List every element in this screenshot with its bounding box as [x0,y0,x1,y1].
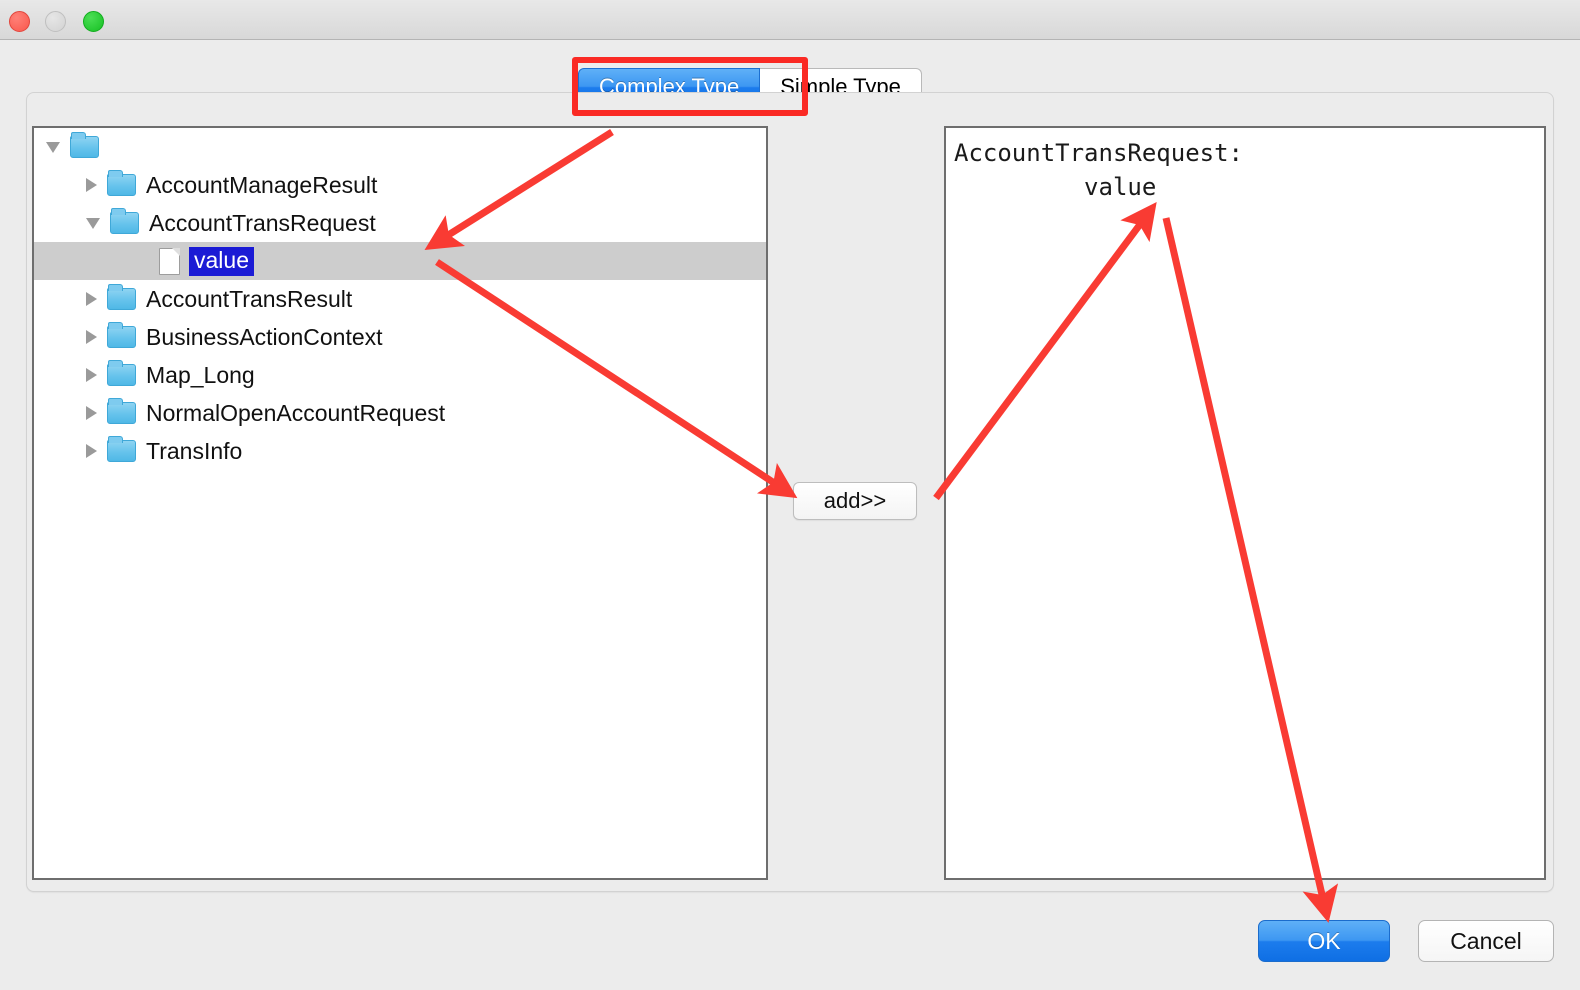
chevron-right-icon[interactable] [86,406,97,420]
dialog-window: Complex Type Simple Type AccountManageRe… [0,0,1580,990]
selected-types-preview[interactable]: AccountTransRequest: value [944,126,1546,880]
tree-row[interactable]: AccountTransRequest [34,204,766,242]
chevron-down-icon[interactable] [86,218,100,229]
folder-icon [107,174,136,196]
folder-icon [107,402,136,424]
folder-icon [107,326,136,348]
tree-row[interactable]: AccountManageResult [34,166,766,204]
cancel-button[interactable]: Cancel [1418,920,1554,962]
chevron-right-icon[interactable] [86,330,97,344]
tree-item-label: TransInfo [146,440,242,463]
document-icon [159,248,180,275]
tree-row-selected[interactable]: value [34,242,766,280]
chevron-right-icon[interactable] [86,178,97,192]
folder-icon [110,212,139,234]
folder-icon [107,288,136,310]
tree-row[interactable] [34,128,766,166]
maximize-button[interactable] [83,11,104,32]
minimize-button[interactable] [45,11,66,32]
title-bar [0,0,1580,40]
tree-item-label: NormalOpenAccountRequest [146,402,445,425]
tree-item-label: AccountTransResult [146,288,352,311]
ok-button[interactable]: OK [1258,920,1390,962]
tree-row[interactable]: NormalOpenAccountRequest [34,394,766,432]
folder-icon [70,136,99,158]
chevron-right-icon[interactable] [86,444,97,458]
tree-item-label: value [189,247,254,276]
tree-row[interactable]: TransInfo [34,432,766,470]
tree-item-label: AccountManageResult [146,174,377,197]
tree-row[interactable]: BusinessActionContext [34,318,766,356]
chevron-right-icon[interactable] [86,292,97,306]
folder-icon [107,364,136,386]
close-button[interactable] [9,11,30,32]
tree-item-label: AccountTransRequest [149,212,376,235]
chevron-right-icon[interactable] [86,368,97,382]
tree-row[interactable]: AccountTransResult [34,280,766,318]
tree-row[interactable]: Map_Long [34,356,766,394]
chevron-down-icon[interactable] [46,142,60,153]
folder-icon [107,440,136,462]
tree-item-label: Map_Long [146,364,255,387]
add-button[interactable]: add>> [793,482,917,520]
preview-text: AccountTransRequest: value [946,128,1544,204]
tree-item-label: BusinessActionContext [146,326,383,349]
complex-type-tree[interactable]: AccountManageResult AccountTransRequest … [32,126,768,880]
